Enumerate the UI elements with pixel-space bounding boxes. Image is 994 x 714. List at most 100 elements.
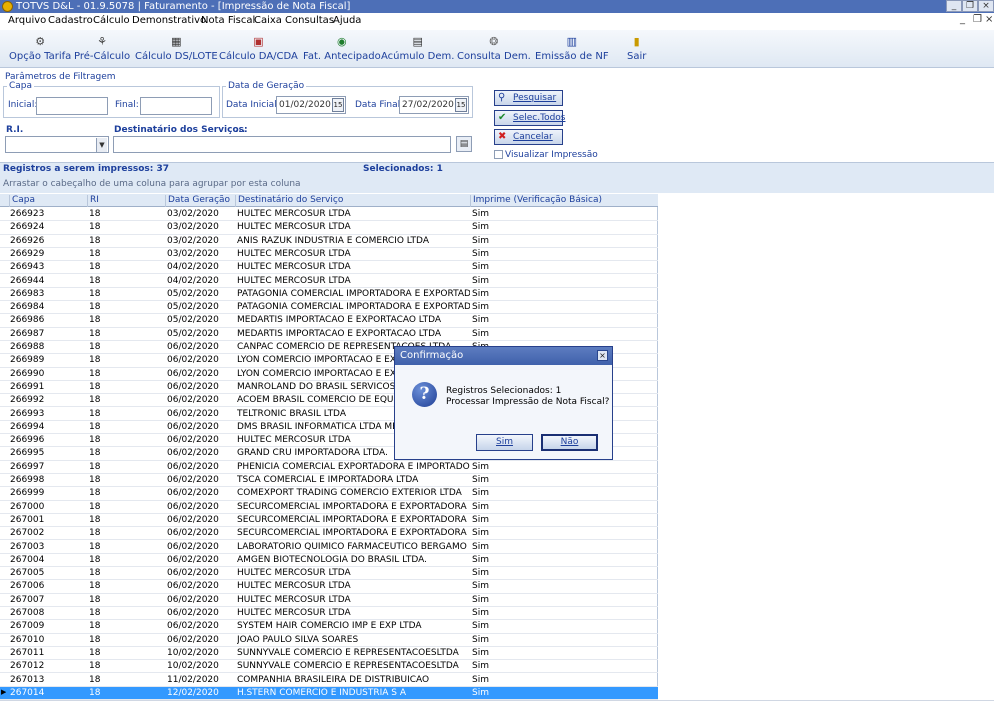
- table-row[interactable]: 266999 18 06/02/2020 COMEXPORT TRADING COME…: [0, 487, 658, 501]
- cell-ri: 18: [89, 634, 101, 645]
- menu-ajuda[interactable]: Ajuda: [333, 15, 361, 26]
- toolbar-consulta-dem[interactable]: ❂ Consulta Dem.: [457, 36, 531, 63]
- column-header-data-geracao[interactable]: Data Geração: [165, 195, 236, 207]
- table-row[interactable]: ▶ 267014 18 12/02/2020 H.STERN COMERCIO E IN…: [0, 686, 658, 701]
- toolbar-sair[interactable]: ▮ Sair: [627, 36, 646, 63]
- table-row[interactable]: 266983 18 05/02/2020 PATAGONIA COMERCIAL IM…: [0, 288, 658, 302]
- table-row[interactable]: 266924 18 03/02/2020 HULTEC MERCOSUR LTDA Si…: [0, 221, 658, 235]
- table-row[interactable]: 266944 18 04/02/2020 HULTEC MERCOSUR LTDA Si…: [0, 275, 658, 288]
- advance-billing-icon: ◉: [337, 35, 347, 48]
- data-inicial-input[interactable]: 01/02/2020 15: [276, 96, 346, 114]
- table-row[interactable]: 267000 18 06/02/2020 SECURCOMERCIAL IMPORTA…: [0, 501, 658, 514]
- calendar-icon[interactable]: 15: [332, 98, 344, 112]
- yes-button[interactable]: Sim: [476, 434, 533, 451]
- cell-data-geracao: 03/02/2020: [167, 248, 219, 259]
- cell-imprime: Sim: [472, 288, 489, 299]
- close-icon[interactable]: ×: [597, 350, 608, 361]
- cell-ri: 18: [89, 568, 101, 579]
- capa-initial-input[interactable]: [36, 97, 108, 115]
- dialog-title-bar: Confirmação ×: [395, 347, 612, 365]
- visualizar-checkbox[interactable]: [494, 150, 503, 159]
- mdi-restore-icon[interactable]: ❐: [973, 14, 982, 25]
- table-row[interactable]: 266984 18 05/02/2020 PATAGONIA COMERCIAL IM…: [0, 301, 658, 315]
- table-row[interactable]: 267011 18 10/02/2020 SUNNYVALE COMERCIO E R…: [0, 647, 658, 661]
- toolbar-pre-calculo[interactable]: ⚘ Pré-Cálculo: [74, 36, 130, 63]
- table-row[interactable]: 267002 18 06/02/2020 SECURCOMERCIAL IMPORTA…: [0, 527, 658, 541]
- column-header-ri[interactable]: RI: [87, 195, 166, 207]
- cell-capa: 266992: [10, 395, 45, 406]
- column-header-capa[interactable]: Capa: [9, 195, 88, 207]
- mdi-close-icon[interactable]: ×: [985, 14, 993, 25]
- menu-demonstrativo[interactable]: Demonstrativo: [132, 15, 206, 26]
- selec-todos-button[interactable]: ✔ Selec.Todos: [494, 110, 565, 126]
- menu-consultas[interactable]: Consultas: [285, 15, 334, 26]
- table-row[interactable]: 267013 18 11/02/2020 COMPANHIA BRASILEIRA D…: [0, 674, 658, 687]
- cell-capa: 266989: [10, 355, 45, 366]
- table-row[interactable]: 266923 18 03/02/2020 HULTEC MERCOSUR LTDA Si…: [0, 208, 658, 222]
- data-final-input[interactable]: 27/02/2020 15: [399, 96, 469, 114]
- table-row[interactable]: 266998 18 06/02/2020 TSCA COMERCIAL E IMPOR…: [0, 474, 658, 488]
- minimize-button[interactable]: _: [946, 0, 962, 12]
- cell-imprime: Sim: [472, 554, 489, 565]
- toolbar-calculo-da-cda[interactable]: ▣ Cálculo DA/CDA: [219, 36, 298, 63]
- cell-capa: 267009: [10, 621, 45, 632]
- table-row[interactable]: 267006 18 06/02/2020 HULTEC MERCOSUR LTDA Si…: [0, 580, 658, 594]
- cell-ri: 18: [89, 235, 101, 246]
- table-row[interactable]: 266997 18 06/02/2020 PHENICIA COMERCIAL EXP…: [0, 461, 658, 474]
- table-row[interactable]: 266986 18 05/02/2020 MEDARTIS IMPORTACAO E …: [0, 314, 658, 328]
- cell-data-geracao: 06/02/2020: [167, 608, 219, 618]
- table-row[interactable]: 267010 18 06/02/2020 JOAO PAULO SILVA SOARE…: [0, 634, 658, 647]
- column-header-destinatario[interactable]: Destinatário do Serviço: [235, 195, 471, 207]
- menu-caixa[interactable]: Caixa: [254, 15, 282, 26]
- restore-button[interactable]: ❐: [962, 0, 978, 12]
- cell-capa: 266998: [10, 475, 45, 485]
- column-header-imprime[interactable]: Imprime (Verificação Básica): [470, 195, 657, 207]
- cell-imprime: Sim: [472, 275, 489, 286]
- data-inicial-label: Data Inicial: [226, 100, 277, 110]
- pesquisar-button[interactable]: ⚲ Pesquisar: [494, 90, 563, 106]
- cell-destinatario: COMEXPORT TRADING COMERCIO EXTERIOR LTDA: [237, 488, 462, 499]
- toolbar-fat-antecipado[interactable]: ◉ Fat. Antecipado: [303, 35, 381, 63]
- table-row[interactable]: 267012 18 10/02/2020 SUNNYVALE COMERCIO E R…: [0, 660, 658, 674]
- menu-arquivo[interactable]: Arquivo: [8, 15, 46, 26]
- table-row[interactable]: 266926 18 03/02/2020 ANIS RAZUK INDUSTRIA E…: [0, 235, 658, 248]
- menu-nota-fiscal[interactable]: Nota Fiscal: [201, 15, 255, 26]
- lookup-button[interactable]: ▤: [456, 136, 472, 152]
- table-row[interactable]: 267008 18 06/02/2020 HULTEC MERCOSUR LTDA Si…: [0, 607, 658, 621]
- cell-ri: 18: [89, 248, 101, 259]
- toolbar-opcao-tarifa[interactable]: ⚙ Opção Tarifa: [9, 35, 71, 63]
- cell-capa: 266988: [10, 342, 45, 352]
- cancelar-button[interactable]: ✖ Cancelar: [494, 129, 563, 145]
- cell-data-geracao: 06/02/2020: [167, 634, 219, 645]
- table-row[interactable]: 267009 18 06/02/2020 SYSTEM HAIR COMERCIO I…: [0, 620, 658, 634]
- cell-imprime: Sim: [472, 568, 489, 579]
- close-window-button[interactable]: ×: [978, 0, 994, 12]
- menu-calculo[interactable]: Cálculo: [93, 15, 130, 26]
- capa-final-input[interactable]: [140, 97, 212, 115]
- cell-ri: 18: [89, 408, 101, 419]
- chevron-down-icon[interactable]: ▼: [96, 138, 107, 152]
- cell-capa: 266994: [10, 421, 45, 432]
- toolbar-emissao-nf[interactable]: ▥ Emissão de NF: [535, 36, 609, 63]
- cell-imprime: Sim: [472, 315, 489, 326]
- table-row[interactable]: 266929 18 03/02/2020 HULTEC MERCOSUR LTDA Si…: [0, 248, 658, 262]
- table-row[interactable]: 267001 18 06/02/2020 SECURCOMERCIAL IMPORTA…: [0, 514, 658, 528]
- table-row[interactable]: 266987 18 05/02/2020 MEDARTIS IMPORTACAO E …: [0, 328, 658, 341]
- table-row[interactable]: 267003 18 06/02/2020 LABORATORIO QUIMICO FA…: [0, 541, 658, 554]
- table-row[interactable]: 267004 18 06/02/2020 AMGEN BIOTECNOLOGIA DO…: [0, 554, 658, 568]
- table-row[interactable]: 267005 18 06/02/2020 HULTEC MERCOSUR LTDA Si…: [0, 567, 658, 581]
- tariff-icon: ⚙: [35, 35, 46, 48]
- ri-select[interactable]: ▼: [5, 136, 109, 153]
- cell-capa: 267007: [10, 594, 45, 605]
- calendar-icon[interactable]: 15: [455, 98, 467, 112]
- table-row[interactable]: 266943 18 04/02/2020 HULTEC MERCOSUR LTDA Si…: [0, 261, 658, 275]
- destinatario-input[interactable]: [113, 136, 451, 153]
- menu-cadastro[interactable]: Cadastro: [48, 15, 93, 26]
- cell-capa: 266923: [10, 209, 45, 219]
- cell-imprime: Sim: [472, 687, 489, 698]
- mdi-minimize-icon[interactable]: _: [960, 14, 965, 25]
- no-button[interactable]: Não: [541, 434, 598, 451]
- table-row[interactable]: 267007 18 06/02/2020 HULTEC MERCOSUR LTDA Si…: [0, 594, 658, 607]
- toolbar-acumulo-dem[interactable]: ▤ Acúmulo Dem.: [381, 36, 454, 63]
- toolbar-calculo-ds-lote[interactable]: ▦ Cálculo DS/LOTE: [135, 36, 218, 63]
